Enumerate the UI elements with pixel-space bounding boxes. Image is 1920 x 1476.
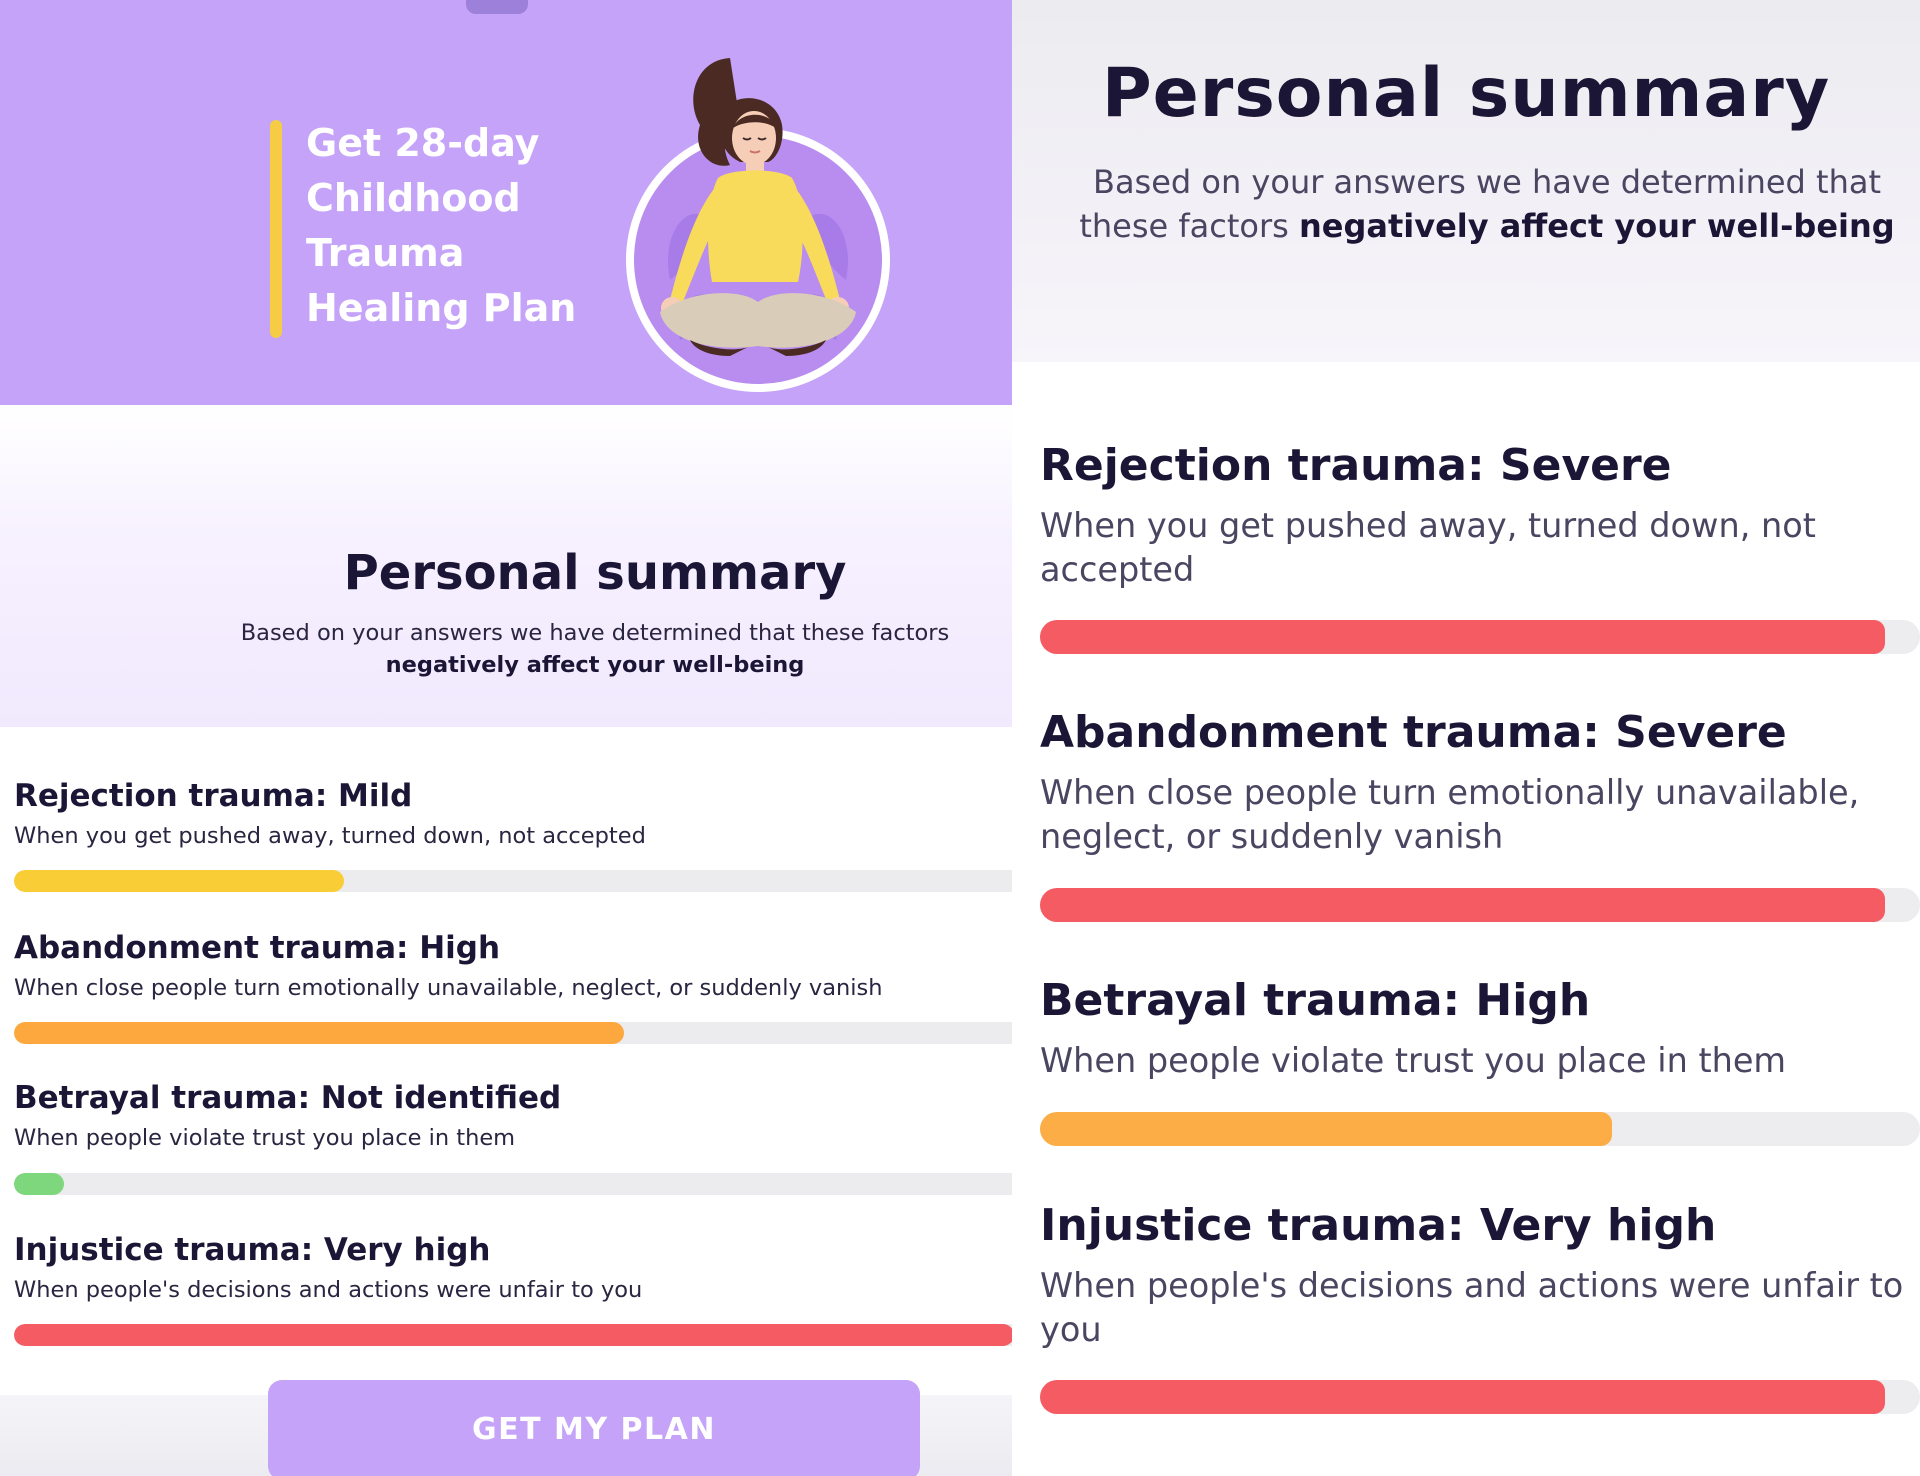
- trauma-description: When close people turn emotionally unava…: [1040, 773, 1860, 856]
- trauma-title: Abandonment trauma: Severe: [1040, 707, 1787, 758]
- trauma-level-bar: [14, 1324, 1012, 1346]
- trauma-level-bar: [14, 1173, 1012, 1195]
- trauma-description: When you get pushed away, turned down, n…: [14, 823, 646, 849]
- trauma-title: Rejection trauma: Mild: [14, 778, 413, 814]
- trauma-item-betrayal: Betrayal trauma: High When people violat…: [1040, 973, 1920, 1083]
- summary-subtitle-text: Based on your answers we have determined…: [240, 620, 950, 646]
- trauma-level-bar: [1040, 888, 1920, 922]
- page-title: Personal summary: [343, 545, 847, 601]
- hero-title-line: Get 28-day: [306, 121, 540, 165]
- trauma-level-fill: [1040, 1380, 1885, 1414]
- trauma-description: When people's decisions and actions were…: [14, 1277, 643, 1303]
- hero-title-line: Childhood: [306, 176, 521, 220]
- trauma-description: When you get pushed away, turned down, n…: [1040, 506, 1816, 589]
- trauma-title: Betrayal trauma: High: [1040, 975, 1591, 1026]
- trauma-level-bar: [1040, 1112, 1920, 1146]
- trauma-level-fill: [1040, 1112, 1612, 1146]
- trauma-level-fill: [14, 1173, 64, 1195]
- trauma-title: Rejection trauma: Severe: [1040, 440, 1672, 491]
- screenshot-collage: Get 28-day Childhood Trauma Healing Plan: [0, 0, 1920, 1476]
- page-title: Personal summary: [1101, 54, 1831, 133]
- summary-subtitle-bold: negatively affect your well-being: [385, 652, 805, 678]
- trauma-description: When people violate trust you place in t…: [14, 1125, 516, 1151]
- trauma-level-bar: [1040, 1380, 1920, 1414]
- trauma-title: Injustice trauma: Very high: [14, 1232, 491, 1268]
- meditating-woman-illustration-icon: [626, 58, 890, 392]
- trauma-level-bar: [1040, 620, 1920, 654]
- trauma-level-bar: [14, 870, 1012, 892]
- trauma-level-fill: [14, 1022, 624, 1044]
- hero-accent-bar: [270, 120, 282, 338]
- trauma-item-rejection: Rejection trauma: Mild When you get push…: [14, 776, 1012, 852]
- left-screen: Get 28-day Childhood Trauma Healing Plan: [0, 0, 1012, 1476]
- summary-header: Personal summary Based on your answers w…: [0, 405, 1012, 727]
- get-my-plan-button[interactable]: GET MY PLAN: [268, 1380, 920, 1476]
- trauma-item-injustice: Injustice trauma: Very high When people'…: [14, 1230, 1012, 1306]
- trauma-description: When people's decisions and actions were…: [1040, 1266, 1904, 1349]
- plan-hero-banner: Get 28-day Childhood Trauma Healing Plan: [0, 0, 1012, 405]
- trauma-item-betrayal: Betrayal trauma: Not identified When peo…: [14, 1078, 1012, 1154]
- trauma-title: Injustice trauma: Very high: [1040, 1200, 1717, 1251]
- hero-title-line: Healing Plan: [306, 286, 577, 330]
- trauma-level-fill: [1040, 620, 1885, 654]
- trauma-level-bar: [14, 1022, 1012, 1044]
- trauma-item-abandonment: Abandonment trauma: Severe When close pe…: [1040, 705, 1920, 859]
- right-screen: Personal summary Based on your answers w…: [1012, 0, 1920, 1476]
- trauma-item-injustice: Injustice trauma: Very high When people'…: [1040, 1198, 1920, 1352]
- summary-subtitle: Based on your answers we have determined…: [1072, 160, 1902, 248]
- trauma-item-rejection: Rejection trauma: Severe When you get pu…: [1040, 438, 1920, 592]
- summary-subtitle: Based on your answers we have determined…: [210, 617, 980, 681]
- trauma-level-fill: [14, 870, 344, 892]
- trauma-description: When close people turn emotionally unava…: [14, 975, 883, 1001]
- trauma-level-fill: [1040, 888, 1885, 922]
- hero-title: Get 28-day Childhood Trauma Healing Plan: [306, 116, 606, 336]
- summary-subtitle-bold: negatively affect your well-being: [1298, 207, 1895, 245]
- trauma-title: Abandonment trauma: High: [14, 930, 501, 966]
- trauma-description: When people violate trust you place in t…: [1040, 1041, 1787, 1080]
- hero-title-line: Trauma: [306, 231, 465, 275]
- summary-header: Personal summary Based on your answers w…: [1012, 0, 1920, 362]
- sheet-handle[interactable]: [466, 0, 528, 14]
- trauma-level-fill: [14, 1324, 1012, 1346]
- trauma-title: Betrayal trauma: Not identified: [14, 1080, 562, 1116]
- trauma-item-abandonment: Abandonment trauma: High When close peop…: [14, 928, 1012, 1004]
